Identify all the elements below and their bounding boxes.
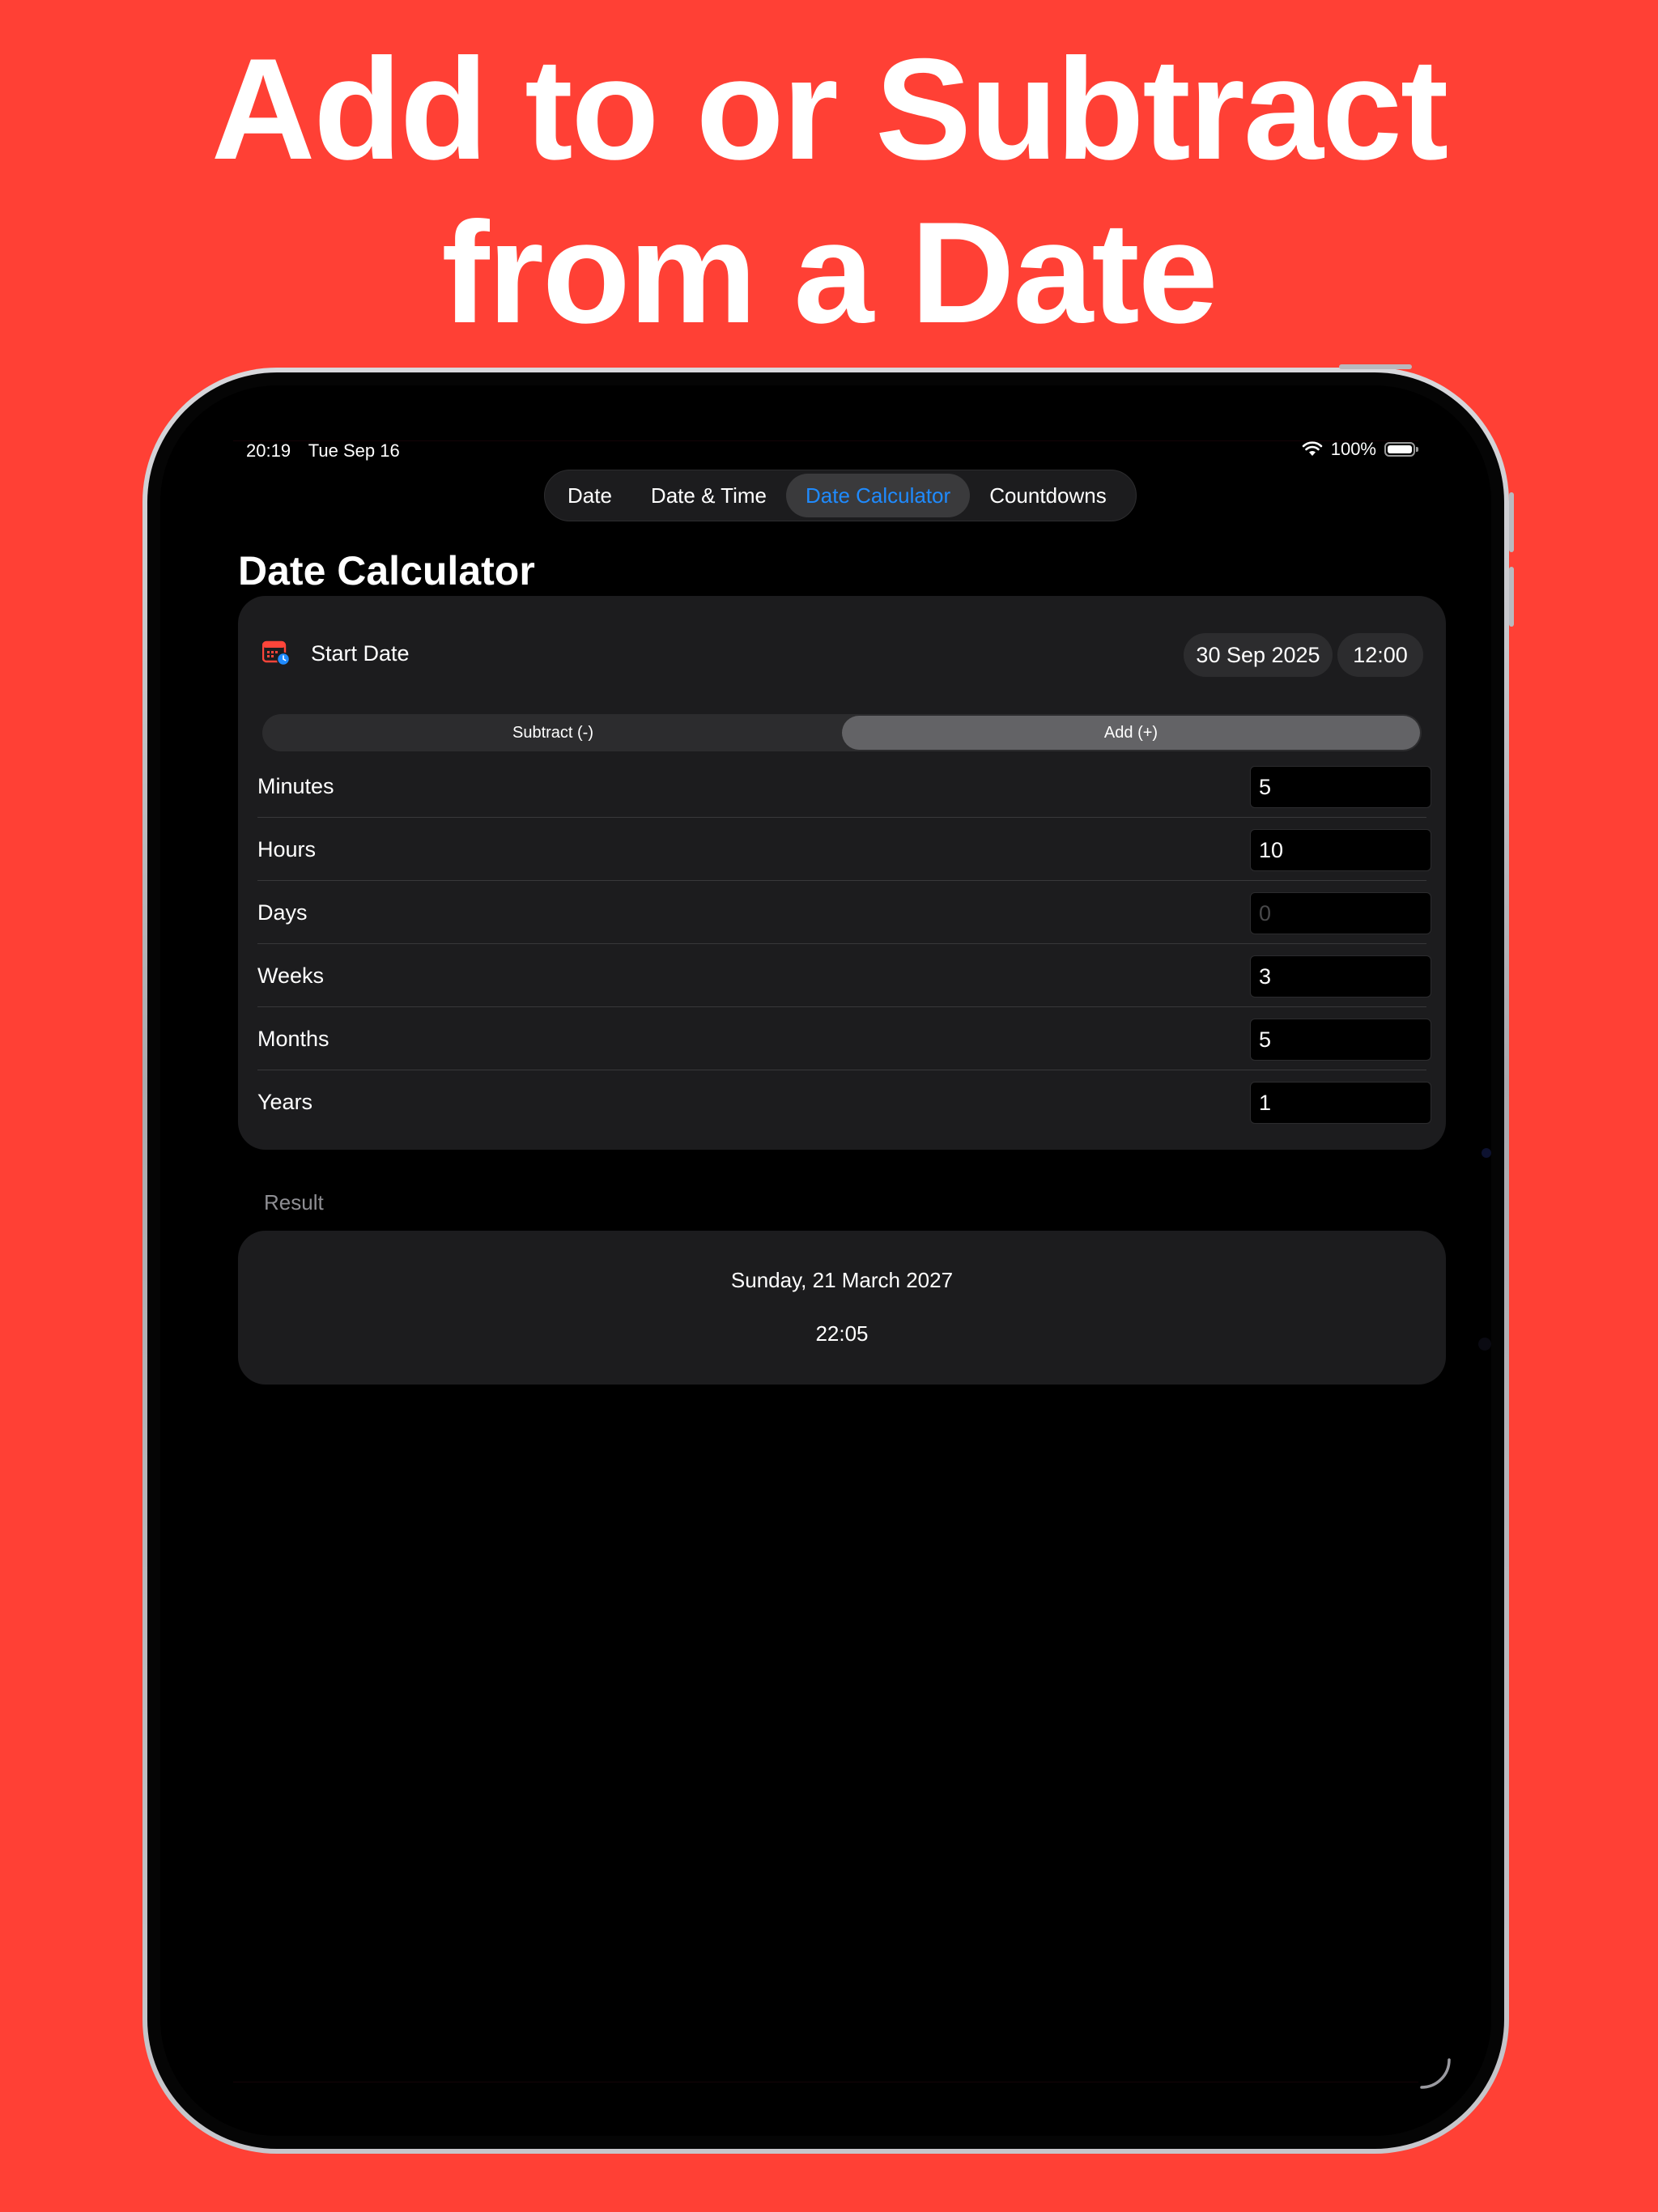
- status-time: 20:19: [246, 440, 291, 461]
- calculator-card: Start Date 30 Sep 2025 12:00 Subtract (-…: [238, 596, 1446, 1150]
- result-date: Sunday, 21 March 2027: [730, 1268, 954, 1292]
- volume-down-button: [1509, 567, 1514, 627]
- minutes-label: Minutes: [257, 774, 334, 798]
- start-date-label: Start Date: [311, 641, 410, 666]
- top-button: [1339, 364, 1412, 369]
- wifi-icon: [1302, 441, 1323, 456]
- marketing-headline: Add to or Subtract from a Date: [0, 28, 1658, 355]
- days-label: Days: [257, 900, 308, 925]
- page-title: Date Calculator: [238, 548, 535, 593]
- months-input[interactable]: [1250, 1019, 1431, 1061]
- status-bar: 20:19 Tue Sep 16 100%: [246, 434, 1418, 466]
- start-time-picker[interactable]: 12:00: [1337, 633, 1423, 677]
- months-row: Months: [257, 1007, 1431, 1070]
- tab-bar: Date Date & Time Date Calculator Countdo…: [544, 470, 1137, 521]
- hours-input[interactable]: [1250, 829, 1431, 871]
- days-row: Days: [257, 881, 1431, 944]
- years-label: Years: [257, 1090, 313, 1114]
- add-segment[interactable]: Add (+): [842, 716, 1420, 750]
- years-row: Years: [257, 1070, 1431, 1134]
- tab-date-calculator[interactable]: Date Calculator: [785, 474, 971, 517]
- screen-corner-indicator-icon: [1420, 2058, 1451, 2089]
- subtract-segment[interactable]: Subtract (-): [264, 716, 842, 750]
- faint-indicator-dot: [1478, 1338, 1491, 1351]
- status-right: 100%: [1302, 439, 1418, 460]
- result-time: 22:05: [815, 1321, 869, 1346]
- calendar-clock-icon: [262, 640, 290, 666]
- faint-indicator-dot: [1482, 1148, 1491, 1158]
- headline-line-2: from a Date: [441, 192, 1218, 353]
- headline-line-1: Add to or Subtract: [210, 28, 1448, 189]
- ipad-screen: 20:19 Tue Sep 16 100% Date Date & Time D…: [160, 385, 1491, 2136]
- hours-label: Hours: [257, 837, 317, 861]
- start-date-row: Start Date 30 Sep 2025 12:00: [238, 596, 1446, 713]
- ipad-bezel: 20:19 Tue Sep 16 100% Date Date & Time D…: [147, 372, 1504, 2149]
- battery-percentage: 100%: [1330, 439, 1376, 459]
- volume-up-button: [1509, 492, 1514, 552]
- weeks-row: Weeks: [257, 944, 1431, 1007]
- result-section-label: Result: [264, 1190, 324, 1214]
- operation-segmented-control: Subtract (-) Add (+): [262, 714, 1422, 751]
- hours-row: Hours: [257, 818, 1431, 881]
- start-date-picker[interactable]: 30 Sep 2025: [1184, 633, 1333, 677]
- battery-icon: [1384, 442, 1418, 457]
- weeks-label: Weeks: [257, 963, 325, 988]
- status-left: 20:19 Tue Sep 16: [246, 440, 413, 462]
- years-input[interactable]: [1250, 1082, 1431, 1124]
- tab-date[interactable]: Date: [548, 474, 631, 517]
- result-card: Sunday, 21 March 2027 22:05: [238, 1231, 1446, 1385]
- minutes-input[interactable]: [1250, 766, 1431, 808]
- status-date: Tue Sep 16: [308, 440, 400, 461]
- weeks-input[interactable]: [1250, 955, 1431, 998]
- months-label: Months: [257, 1027, 329, 1051]
- tab-date-and-time[interactable]: Date & Time: [631, 474, 786, 517]
- days-input[interactable]: [1250, 892, 1431, 934]
- tab-countdowns[interactable]: Countdowns: [970, 474, 1126, 517]
- minutes-row: Minutes: [257, 755, 1431, 818]
- ipad-frame: 20:19 Tue Sep 16 100% Date Date & Time D…: [142, 364, 1514, 2154]
